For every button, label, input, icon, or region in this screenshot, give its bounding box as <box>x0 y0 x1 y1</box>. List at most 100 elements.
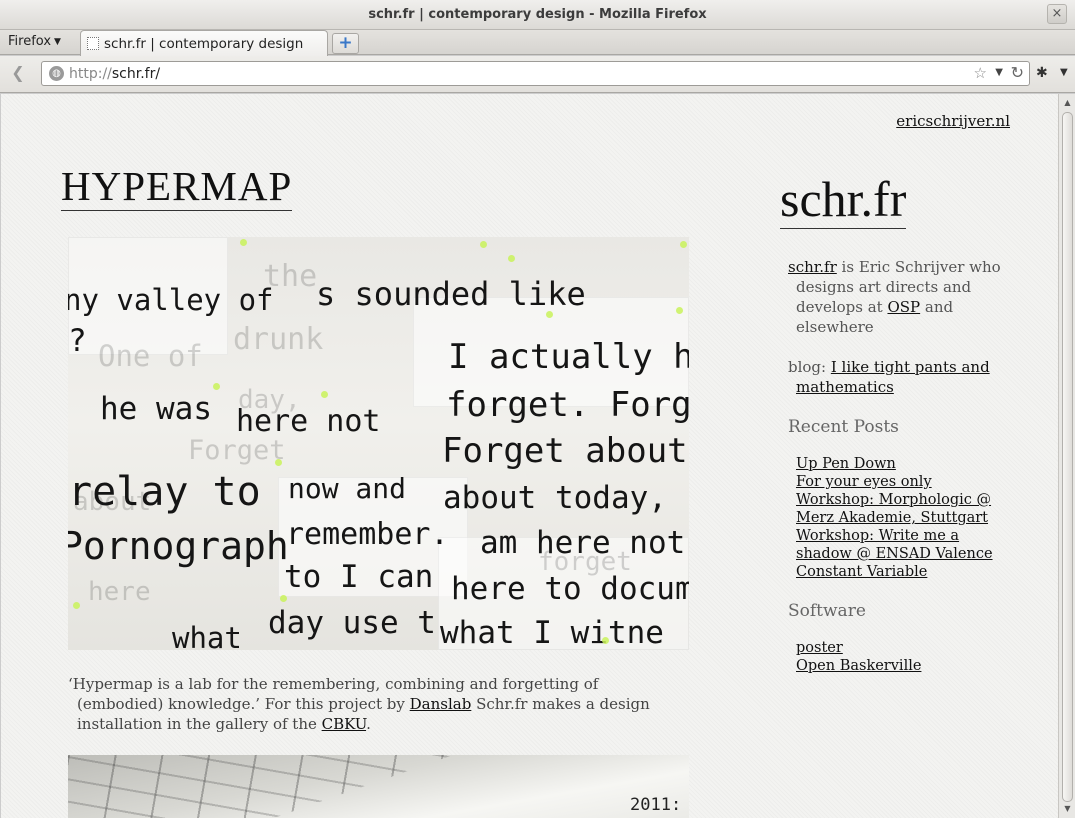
paint-dot <box>602 637 609 644</box>
close-icon: × <box>1051 6 1063 21</box>
paint-dot <box>480 241 487 248</box>
software-list: poster Open Baskerville <box>788 639 1003 675</box>
hero-text-line: remember. <box>286 517 449 552</box>
hero-text-line: day use t <box>268 605 436 641</box>
recent-posts-list: Up Pen Down For your eyes only Workshop:… <box>788 455 1003 581</box>
chevron-down-icon[interactable]: ▼ <box>1060 67 1068 78</box>
hero-text-line: about today, <box>443 480 667 516</box>
back-button[interactable]: ❮ <box>5 62 31 86</box>
photo-text: 2011: <box>630 795 682 815</box>
post-title: HYPERMAP <box>61 163 293 211</box>
recent-post-item: Constant Variable <box>796 563 1003 581</box>
schr-fr-link[interactable]: schr.fr <box>788 258 837 276</box>
software-link[interactable]: Open Baskerville <box>796 658 921 674</box>
paint-dot <box>680 241 687 248</box>
recent-post-link[interactable]: Constant Variable <box>796 564 927 580</box>
tab-active[interactable]: schr.fr | contemporary design <box>80 30 328 56</box>
recent-post-link[interactable]: Up Pen Down <box>796 456 896 472</box>
paint-dot <box>676 307 683 314</box>
cbku-link[interactable]: CBKU <box>322 715 366 733</box>
recent-post-link[interactable]: For your eyes only <box>796 474 932 490</box>
hero-text-line: Forget about <box>442 431 688 471</box>
software-item: Open Baskerville <box>796 657 1003 675</box>
bookmark-star-icon[interactable]: ☆ <box>974 64 987 82</box>
scroll-up-icon[interactable]: ▲ <box>1061 96 1074 110</box>
recent-post-item: Up Pen Down <box>796 455 1003 473</box>
tab-label: schr.fr | contemporary design <box>104 36 304 52</box>
firefox-menu-label: Firefox <box>8 34 52 49</box>
hero-text-line: what <box>172 621 242 650</box>
reload-icon[interactable]: ↻ <box>1011 63 1024 82</box>
recent-posts-heading: Recent Posts <box>788 417 899 437</box>
hero-text-line: here not <box>236 404 381 439</box>
paint-dot <box>546 311 553 318</box>
new-tab-button[interactable]: + <box>332 33 359 54</box>
hero-text-line: now and <box>288 472 407 505</box>
post-caption: ‘Hypermap is a lab for the remembering, … <box>68 674 668 734</box>
hero-text-line: am here not <box>480 525 686 561</box>
addon-bug-icon[interactable]: ✱ <box>1036 65 1048 81</box>
scrollbar-thumb[interactable] <box>1062 112 1073 802</box>
blog-label: blog: <box>788 358 831 376</box>
sidebar-intro: schr.fr is Eric Schrijver who designs ar… <box>788 257 1003 337</box>
hero-text-line: Pornograph <box>68 524 289 568</box>
sidebar: schr.fr is Eric Schrijver who designs ar… <box>788 257 1003 695</box>
gallery-photo: 2011: <box>68 755 689 818</box>
scroll-down-icon[interactable]: ▼ <box>1061 802 1074 816</box>
paint-dot <box>240 239 247 246</box>
chevron-down-icon: ▼ <box>54 37 61 47</box>
url-bar[interactable]: ◍ http://schr.fr/ ☆ ▼ ↻ <box>41 61 1030 86</box>
recent-post-item: Workshop: Morphologic @ Merz Akademie, S… <box>796 491 1003 527</box>
plus-icon: + <box>338 33 353 53</box>
software-link[interactable]: poster <box>796 640 843 656</box>
window-titlebar: schr.fr | contemporary design - Mozilla … <box>0 0 1075 30</box>
hero-text-line: forget. Forge <box>446 385 689 425</box>
hero-text-line: ? <box>68 323 87 359</box>
hero-text-line: to I can <box>284 559 434 595</box>
vertical-scrollbar[interactable]: ▲ ▼ <box>1058 94 1075 818</box>
recent-post-link[interactable]: Workshop: Morphologic @ Merz Akademie, S… <box>796 492 991 526</box>
recent-post-item: Workshop: Write me a shadow @ ENSAD Vale… <box>796 527 1003 563</box>
ghost-text: One of <box>98 339 203 373</box>
paint-dot <box>73 602 80 609</box>
history-dropdown-icon[interactable]: ▼ <box>995 67 1003 78</box>
url-host: schr.fr/ <box>111 66 161 82</box>
site-title: schr.fr <box>780 171 907 229</box>
hero-text-line: here to docum <box>451 571 689 607</box>
paint-dot <box>280 595 287 602</box>
ghost-text: drunk <box>233 322 324 357</box>
software-item: poster <box>796 639 1003 657</box>
hero-text-line: he was <box>100 391 212 427</box>
globe-icon: ◍ <box>49 66 64 81</box>
url-text: http://schr.fr/ <box>69 66 160 82</box>
url-protocol: http:// <box>69 66 112 82</box>
sidebar-blog: blog: I like tight pants and mathematics <box>788 357 1003 397</box>
firefox-menu-button[interactable]: Firefox ▼ <box>8 34 61 49</box>
hero-text-line: I actually ho <box>448 337 689 377</box>
top-link-ericschrijver[interactable]: ericschrijver.nl <box>896 112 1010 130</box>
paint-dot <box>275 459 282 466</box>
ghost-text: here <box>88 577 151 607</box>
back-arrow-icon: ❮ <box>11 63 25 82</box>
ghost-text: Forget <box>188 435 286 466</box>
hero-text-line: what I witne <box>440 615 664 650</box>
paint-dot <box>213 383 220 390</box>
recent-post-link[interactable]: Workshop: Write me a shadow @ ENSAD Vale… <box>796 528 993 562</box>
software-heading: Software <box>788 601 866 621</box>
ceiling-grid <box>68 755 454 818</box>
recent-post-item: For your eyes only <box>796 473 1003 491</box>
window-title: schr.fr | contemporary design - Mozilla … <box>368 7 707 22</box>
osp-link[interactable]: OSP <box>887 298 920 316</box>
hero-text-line: relay to <box>68 469 261 515</box>
window-close-button[interactable]: × <box>1047 4 1067 24</box>
page-viewport: ericschrijver.nl HYPERMAP the drunk One … <box>1 94 1058 818</box>
hero-text-line: s sounded like <box>316 275 586 313</box>
navigation-toolbar: ❮ ◍ http://schr.fr/ ☆ ▼ ↻ ✱ ▼ <box>0 56 1075 93</box>
hypermap-photo: the drunk One of day, Forget about here … <box>68 237 689 650</box>
hero-text-line: ny valley of <box>68 283 274 317</box>
page-favicon-icon <box>87 37 99 50</box>
danslab-link[interactable]: Danslab <box>410 695 472 713</box>
paint-dot <box>321 391 328 398</box>
paint-dot <box>508 255 515 262</box>
tab-strip: Firefox ▼ schr.fr | contemporary design + <box>0 30 1075 56</box>
